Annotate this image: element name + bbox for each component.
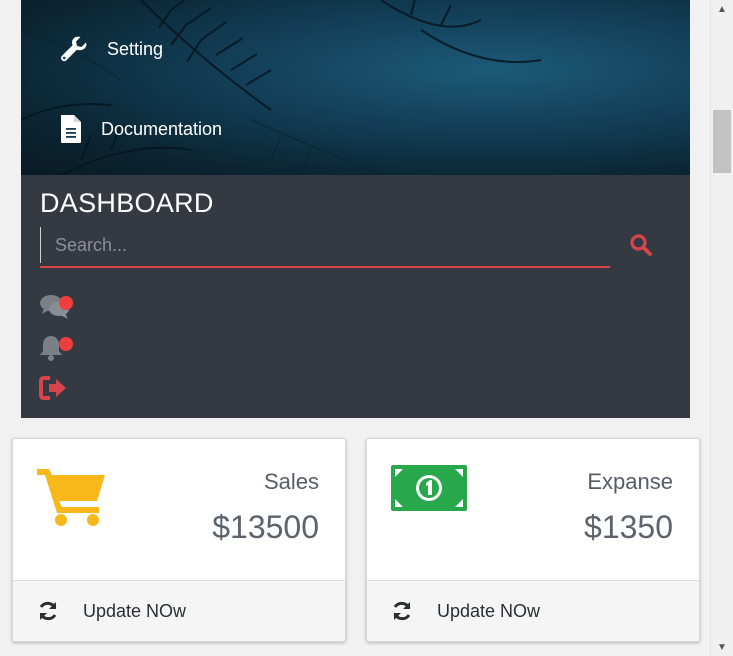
notification-dot xyxy=(59,296,73,310)
dashboard-title: DASHBOARD xyxy=(40,188,214,218)
shopping-cart-icon xyxy=(37,465,107,532)
card-label: Sales xyxy=(263,469,319,494)
card-value: $13500 xyxy=(212,509,319,545)
sidebar: Setting Documentation DASHBOARD xyxy=(21,0,690,418)
update-now-label: Update NOw xyxy=(83,600,187,621)
scroll-thumb[interactable] xyxy=(713,110,731,173)
menu-item-label: Setting xyxy=(107,38,164,59)
notification-dot xyxy=(59,337,73,351)
sidebar-header-image: Setting Documentation xyxy=(21,0,690,175)
money-bill-icon xyxy=(391,465,467,518)
menu-item-label: Documentation xyxy=(101,118,223,139)
update-now-label: Update NOw xyxy=(437,600,541,621)
update-now-button[interactable]: Update NOw xyxy=(367,580,699,641)
pine-branches-graphic xyxy=(21,0,542,175)
sales-card: Sales $13500 Update NOw xyxy=(12,438,346,642)
update-now-button[interactable]: Update NOw xyxy=(13,580,345,641)
page-scrollbar[interactable]: ▲ ▼ xyxy=(710,0,733,656)
scroll-down-icon[interactable]: ▼ xyxy=(711,638,733,656)
menu-item-setting[interactable]: Setting xyxy=(59,34,163,64)
search-input[interactable] xyxy=(40,227,610,263)
card-label: Expanse xyxy=(587,469,673,494)
document-icon xyxy=(59,114,83,144)
card-value: $1350 xyxy=(584,509,673,545)
search-icon[interactable] xyxy=(629,233,653,257)
scroll-up-icon[interactable]: ▲ xyxy=(711,0,733,18)
chat-icon[interactable] xyxy=(39,292,75,322)
expanse-card: Expanse $1350 Update NOw xyxy=(366,438,700,642)
menu-item-documentation[interactable]: Documentation xyxy=(59,114,222,144)
bell-icon[interactable] xyxy=(39,333,75,363)
refresh-icon xyxy=(391,600,413,622)
logout-icon[interactable] xyxy=(39,374,75,404)
refresh-icon xyxy=(37,600,59,622)
search-bar xyxy=(40,227,610,268)
wrench-icon xyxy=(59,34,89,64)
